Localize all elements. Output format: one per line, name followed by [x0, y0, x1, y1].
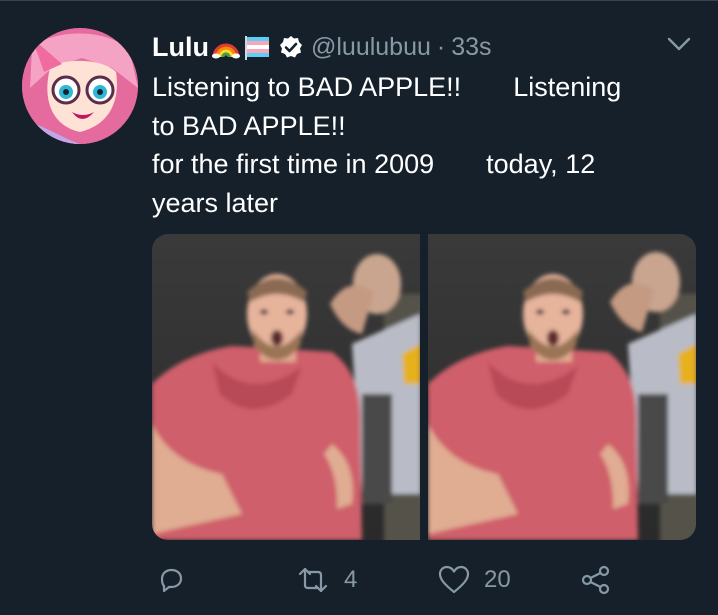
retweet-icon	[298, 567, 328, 593]
share-icon	[581, 565, 610, 595]
separator-dot: ·	[436, 32, 446, 61]
tweet-text-line: for the first time in 2009 today, 12	[152, 149, 596, 179]
tweet-header: Lulu @luulubuu · 33s	[152, 30, 492, 64]
like-button[interactable]: 20	[438, 558, 511, 602]
tweet-text-line: to BAD APPLE!!	[152, 110, 346, 141]
verified-badge-icon	[279, 35, 303, 59]
tweet-text: Listening to BAD APPLE!! Listening to BAD…	[152, 68, 682, 222]
flag-emoji-icon	[243, 34, 273, 60]
tweet-text-line: Listening to BAD APPLE!! Listening	[152, 72, 622, 102]
retweet-count: 4	[344, 566, 358, 593]
rainbow-emoji-icon	[211, 35, 240, 59]
top-divider	[0, 0, 718, 1]
share-button[interactable]	[580, 558, 626, 602]
timestamp[interactable]: 33s	[451, 33, 491, 62]
media-photo-2[interactable]	[428, 234, 696, 540]
tweet-media	[152, 234, 696, 540]
handle[interactable]: @luulubuu	[311, 33, 431, 62]
heart-icon	[438, 565, 470, 594]
chevron-down-icon[interactable]	[666, 34, 692, 54]
media-photo-1[interactable]	[152, 234, 420, 540]
display-name[interactable]: Lulu	[152, 32, 209, 63]
tweet-actions: 4 20	[152, 558, 622, 602]
reply-button[interactable]	[156, 558, 200, 602]
avatar[interactable]	[22, 28, 138, 144]
like-count: 20	[484, 566, 511, 593]
tweet-text-line: years later	[152, 187, 279, 218]
reply-icon	[160, 568, 183, 593]
retweet-button[interactable]: 4	[296, 558, 357, 602]
